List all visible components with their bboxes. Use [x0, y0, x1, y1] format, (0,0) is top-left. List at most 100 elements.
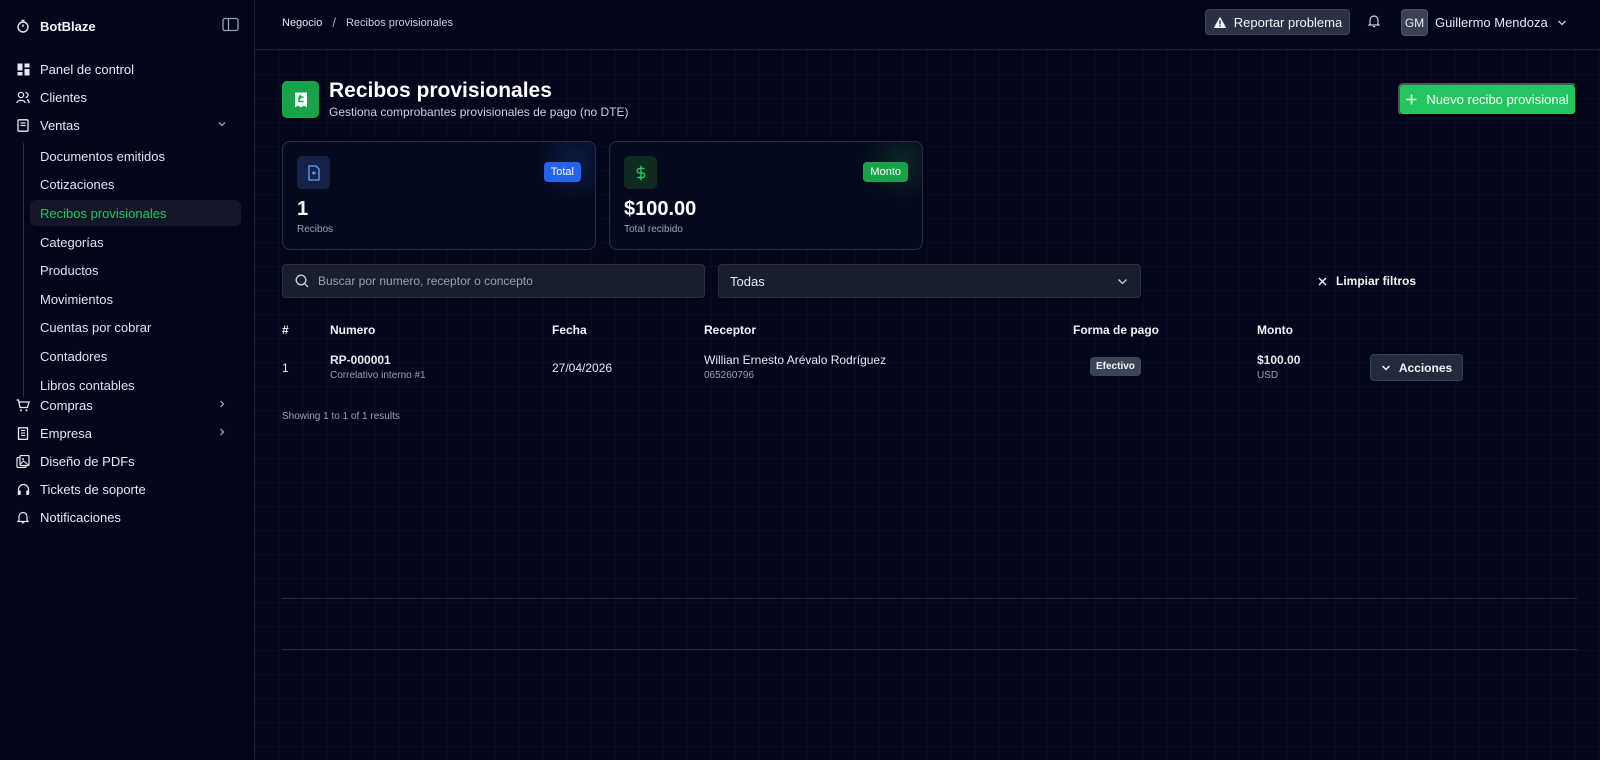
sidebar: BotBlaze Panel de control Clientes Venta… — [0, 0, 255, 760]
row-numero-sub: Correlativo interno #1 — [330, 370, 426, 381]
table-divider — [282, 649, 1577, 650]
row-moneda: USD — [1257, 370, 1279, 381]
stopwatch-icon — [17, 19, 29, 33]
clear-filters-button[interactable]: Limpiar filtros — [1318, 269, 1416, 293]
brand[interactable]: BotBlaze — [16, 16, 96, 36]
row-index: 1 — [282, 361, 289, 375]
users-icon — [16, 90, 30, 104]
stat-label: Total recibido — [624, 224, 683, 235]
clear-filters-label: Limpiar filtros — [1336, 274, 1417, 288]
sidebar-subitem-libros-contables[interactable]: Libros contables — [30, 372, 241, 398]
receipt-icon — [297, 156, 330, 189]
stat-card-total: Total 1 Recibos — [282, 141, 596, 250]
search-input[interactable] — [318, 274, 688, 288]
sidebar-item-tickets[interactable]: Tickets de soporte — [16, 476, 241, 502]
sidebar-item-label: Clientes — [40, 89, 87, 105]
receipt-icon — [16, 118, 30, 132]
sidebar-item-notificaciones[interactable]: Notificaciones — [16, 504, 241, 530]
main-content: Recibos provisionales Gestiona comproban… — [255, 50, 1600, 760]
dollar-icon — [624, 156, 657, 189]
plus-icon — [1406, 94, 1417, 105]
sidebar-item-label: Ventas — [40, 117, 80, 133]
stat-badge: Total — [543, 162, 581, 182]
chevron-down-icon — [1381, 364, 1390, 371]
submenu-divider — [23, 143, 24, 397]
building-icon — [16, 426, 30, 440]
topbar: Negocio / Recibos provisionales Reportar… — [255, 0, 1600, 50]
chevron-right-icon — [220, 428, 225, 436]
sidebar-subitem-cotizaciones[interactable]: Cotizaciones — [30, 171, 241, 197]
dashboard-icon — [16, 62, 30, 76]
payment-filter-select[interactable]: Todas — [718, 264, 1141, 298]
chevron-down-icon[interactable] — [1557, 18, 1567, 28]
row-actions-button[interactable]: Acciones — [1370, 354, 1463, 381]
notifications-bell-icon[interactable] — [1367, 14, 1381, 28]
column-header-fecha[interactable]: Fecha — [552, 323, 587, 337]
page-title: Recibos provisionales — [329, 79, 552, 102]
breadcrumb-item-current: Recibos provisionales — [345, 16, 453, 29]
column-header-monto[interactable]: Monto — [1257, 323, 1293, 337]
warning-icon — [1213, 16, 1227, 28]
pagination-summary: Showing 1 to 1 of 1 results — [282, 411, 400, 422]
sidebar-item-label: Compras — [40, 397, 93, 413]
search-icon — [295, 274, 309, 288]
breadcrumb: Negocio / Recibos provisionales — [282, 15, 453, 30]
chevron-down-icon — [1118, 279, 1127, 285]
close-icon — [1318, 277, 1327, 285]
sidebar-subitem-recibos-provisionales[interactable]: Recibos provisionales — [30, 200, 241, 226]
stat-label: Recibos — [297, 224, 334, 235]
sidebar-item-empresa[interactable]: Empresa — [16, 420, 241, 446]
column-header-forma-pago[interactable]: Forma de pago — [1073, 323, 1159, 337]
report-problem-label: Reportar problema — [1233, 14, 1343, 30]
stat-badge: Monto — [863, 162, 908, 182]
row-actions-label: Acciones — [1398, 360, 1453, 375]
chevron-right-icon — [220, 400, 225, 408]
brand-name: BotBlaze — [40, 18, 96, 34]
column-header-receptor[interactable]: Receptor — [704, 323, 756, 337]
page-subtitle: Gestiona comprobantes provisionales de p… — [329, 105, 629, 119]
stat-card-monto: Monto $100.00 Total recibido — [609, 141, 923, 250]
table-divider — [282, 598, 1577, 599]
chevron-down-icon — [218, 122, 226, 127]
row-receptor-sub: 065260796 — [704, 370, 755, 381]
sidebar-item-label: Tickets de soporte — [40, 481, 146, 497]
stat-value: $100.00 — [624, 198, 697, 220]
sidebar-subitem-categorias[interactable]: Categorías — [30, 229, 241, 255]
pdf-icon — [16, 454, 30, 468]
sidebar-item-label: Panel de control — [40, 61, 134, 77]
sidebar-item-clientes[interactable]: Clientes — [16, 84, 241, 110]
sidebar-subitem-movimientos[interactable]: Movimientos — [30, 286, 241, 312]
row-numero: RP-000001 — [330, 353, 391, 367]
column-header-index: # — [282, 323, 289, 337]
column-header-numero[interactable]: Numero — [330, 323, 375, 337]
sidebar-subitem-documentos-emitidos[interactable]: Documentos emitidos — [30, 143, 241, 169]
search-box — [282, 264, 705, 298]
breadcrumb-separator: / — [332, 15, 336, 30]
report-problem-button[interactable]: Reportar problema — [1205, 9, 1350, 35]
cart-icon — [16, 398, 30, 412]
sidebar-subitem-cuentas-por-cobrar[interactable]: Cuentas por cobrar — [30, 314, 241, 340]
sidebar-subitem-contadores[interactable]: Contadores — [30, 343, 241, 369]
receipt-return-icon — [282, 81, 319, 118]
sidebar-toggle-icon[interactable] — [222, 17, 240, 33]
sidebar-item-ventas[interactable]: Ventas — [16, 112, 241, 138]
avatar[interactable]: GM — [1401, 9, 1428, 36]
sidebar-item-diseno-pdfs[interactable]: Diseño de PDFs — [16, 448, 241, 474]
stat-value: 1 — [297, 198, 309, 220]
sidebar-item-label: Diseño de PDFs — [40, 453, 135, 469]
breadcrumb-item-negocio[interactable]: Negocio — [282, 17, 322, 29]
payment-method-badge: Efectivo — [1090, 357, 1141, 376]
bell-icon — [16, 510, 30, 524]
row-receptor: Willian Ernesto Arévalo Rodríguez — [704, 353, 887, 367]
sidebar-item-label: Notificaciones — [40, 509, 121, 525]
sidebar-item-panel-de-control[interactable]: Panel de control — [16, 56, 241, 82]
new-receipt-label: Nuevo recibo provisional — [1426, 92, 1569, 107]
select-value: Todas — [730, 273, 765, 289]
row-monto: $100.00 — [1257, 353, 1301, 367]
row-fecha: 27/04/2026 — [552, 361, 613, 375]
sidebar-item-label: Empresa — [40, 425, 93, 441]
new-receipt-button[interactable]: Nuevo recibo provisional — [1398, 83, 1577, 116]
sidebar-subitem-productos[interactable]: Productos — [30, 257, 241, 283]
headset-icon — [16, 482, 30, 496]
user-name[interactable]: Guillermo Mendoza — [1435, 15, 1548, 30]
